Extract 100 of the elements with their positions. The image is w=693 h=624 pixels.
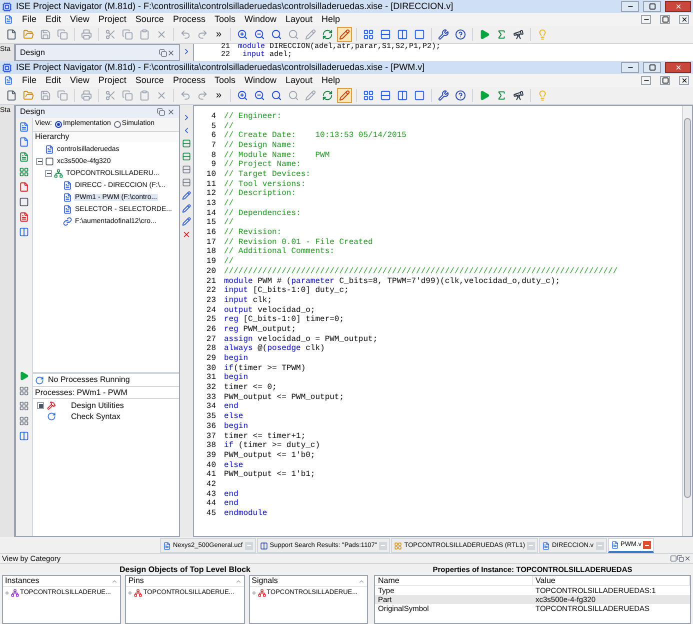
select-tool-icon[interactable] xyxy=(336,27,352,42)
menu-item[interactable]: Edit xyxy=(46,15,62,24)
panel-icon[interactable] xyxy=(19,431,29,441)
code-line: // Design Name: xyxy=(224,142,296,150)
print-icon[interactable] xyxy=(79,88,94,103)
menu-item[interactable]: Layout xyxy=(285,76,313,85)
pen-icon[interactable] xyxy=(302,27,318,42)
list-icon[interactable] xyxy=(182,165,191,174)
toolbar-overflow-button[interactable]: » xyxy=(212,27,226,42)
save-icon[interactable] xyxy=(38,88,53,103)
code-line: timer <= 0; xyxy=(224,384,277,392)
grid-icon[interactable] xyxy=(19,167,29,177)
comment-icon[interactable] xyxy=(182,139,191,148)
process-icon[interactable] xyxy=(19,401,29,411)
minimize-button[interactable] xyxy=(641,15,651,24)
line-number: 35 xyxy=(205,413,217,422)
menu-item[interactable]: Process xyxy=(172,15,206,24)
previous-bookmark-icon[interactable] xyxy=(182,217,191,226)
properties-icon[interactable] xyxy=(19,197,29,207)
scrollbar-thumb[interactable] xyxy=(684,118,691,498)
close-icon xyxy=(674,64,682,71)
code-line: output velocidad_o; xyxy=(224,306,316,315)
radio-button[interactable] xyxy=(114,121,121,128)
line-number: 30 xyxy=(205,364,217,373)
menu-item[interactable]: Source xyxy=(135,15,164,24)
uncomment-icon[interactable] xyxy=(182,152,191,161)
close-icon xyxy=(674,3,682,10)
menu-item[interactable]: Tools xyxy=(214,76,236,85)
print-icon[interactable] xyxy=(79,27,94,42)
vertical-scrollbar[interactable] xyxy=(682,106,692,536)
outdent-icon[interactable] xyxy=(182,126,191,135)
column-header[interactable]: Name xyxy=(375,576,532,585)
column-header[interactable]: Value xyxy=(532,576,690,585)
list-icon[interactable] xyxy=(182,178,191,187)
panel-icon[interactable] xyxy=(19,227,29,237)
menu-item[interactable]: Source xyxy=(135,76,164,85)
tree-item[interactable]: Design Utilities xyxy=(71,400,124,412)
telescope-icon[interactable] xyxy=(510,88,526,103)
tab-close-button[interactable] xyxy=(643,541,652,549)
menu-item[interactable]: Process xyxy=(172,76,206,85)
line-number: 8 xyxy=(210,152,217,160)
clear-bookmarks-icon[interactable] xyxy=(182,230,191,239)
run-icon[interactable] xyxy=(19,371,29,381)
telescope-icon[interactable] xyxy=(510,27,526,42)
wrench-icon[interactable] xyxy=(436,88,451,103)
column-header[interactable]: Signals xyxy=(252,575,358,587)
copy-source-icon[interactable] xyxy=(19,152,29,162)
menu-item[interactable]: Layout xyxy=(285,15,313,24)
indent-icon[interactable] xyxy=(182,113,191,122)
line-number: 42 xyxy=(205,480,217,489)
line-number: 13 xyxy=(205,200,217,208)
menu-item[interactable]: Help xyxy=(322,76,340,85)
collapse-icon[interactable] xyxy=(36,158,43,164)
column-header[interactable]: Pins xyxy=(128,575,235,587)
minimize-button[interactable] xyxy=(641,76,651,85)
bookmark-icon[interactable] xyxy=(182,191,191,200)
radio-button[interactable] xyxy=(55,121,62,128)
close-button[interactable] xyxy=(679,76,689,85)
help-icon[interactable] xyxy=(452,27,468,42)
save-icon[interactable] xyxy=(38,27,53,42)
report-icon[interactable] xyxy=(19,212,29,222)
collapse-icon[interactable] xyxy=(45,170,52,176)
menu-item[interactable]: View xyxy=(70,76,90,85)
wrench-icon[interactable] xyxy=(436,27,451,42)
restore-button[interactable] xyxy=(660,76,670,85)
process-icon[interactable] xyxy=(19,416,29,426)
line-number: 34 xyxy=(205,403,217,412)
tree-item[interactable]: Check Syntax xyxy=(71,410,120,422)
menu-item[interactable]: View xyxy=(70,15,90,24)
toolbar-overflow-button[interactable]: » xyxy=(212,88,226,103)
maximize-button[interactable] xyxy=(643,62,661,73)
menu-item[interactable]: Window xyxy=(244,15,276,24)
select-tool-icon[interactable] xyxy=(336,88,352,103)
menu-item[interactable]: Project xyxy=(98,76,126,85)
menu-item[interactable]: Edit xyxy=(46,76,62,85)
copy-icon[interactable] xyxy=(120,27,135,42)
line-number: 22 xyxy=(205,287,217,296)
close-button[interactable] xyxy=(679,15,689,24)
save-all-icon[interactable] xyxy=(55,88,70,103)
process-icon[interactable] xyxy=(19,386,29,396)
menu-item[interactable]: Tools xyxy=(214,15,236,24)
file-add-icon[interactable] xyxy=(19,137,29,147)
next-bookmark-icon[interactable] xyxy=(182,204,191,213)
maximize-button[interactable] xyxy=(643,1,661,12)
add-source-icon[interactable] xyxy=(19,122,29,132)
column-header[interactable]: Instances xyxy=(5,575,112,587)
line-number: 28 xyxy=(205,345,217,354)
menu-item[interactable]: File xyxy=(22,15,37,24)
remove-icon[interactable] xyxy=(19,182,29,192)
menu-item[interactable]: Help xyxy=(322,15,340,24)
pen-icon[interactable] xyxy=(302,88,318,103)
save-all-icon[interactable] xyxy=(55,27,70,42)
menu-item[interactable]: Project xyxy=(98,15,126,24)
help-icon[interactable] xyxy=(452,88,468,103)
restore-button[interactable] xyxy=(660,15,670,24)
expand-icon[interactable] xyxy=(37,402,44,409)
menu-item[interactable]: File xyxy=(22,76,37,85)
copy-icon[interactable] xyxy=(120,88,135,103)
line-number: 12 xyxy=(205,190,217,198)
menu-item[interactable]: Window xyxy=(244,76,276,85)
